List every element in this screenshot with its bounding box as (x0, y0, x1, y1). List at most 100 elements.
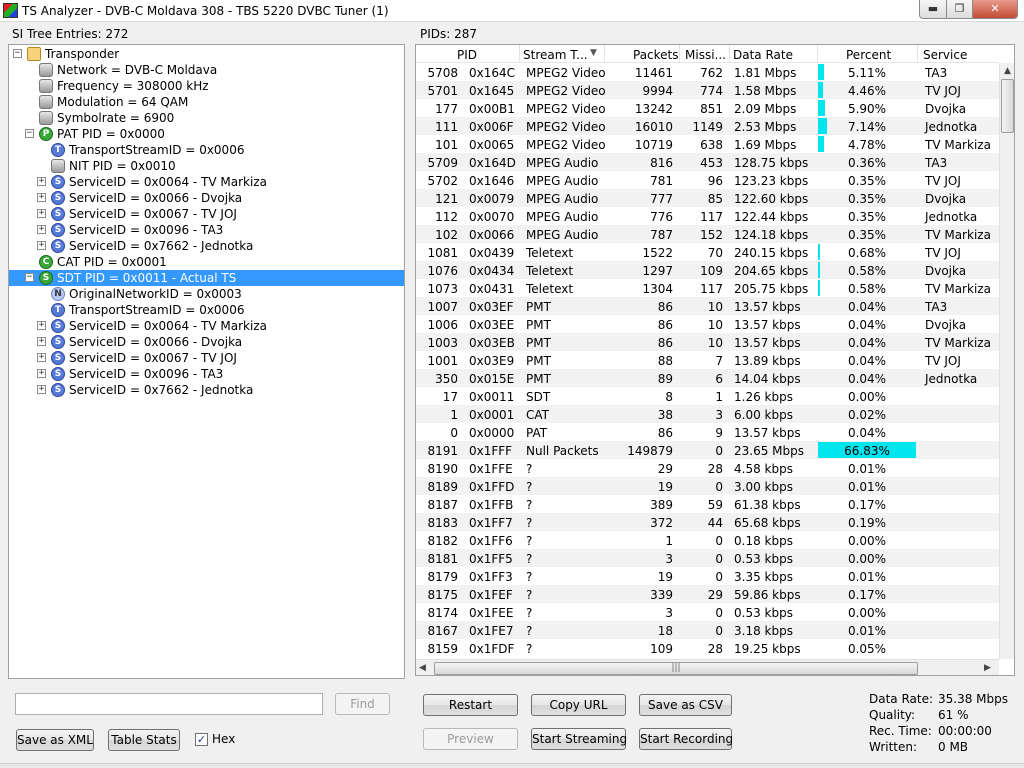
table-row[interactable]: 5708 0x164C MPEG2 Video 11461 762 1.81 Mbps 5.… (416, 63, 999, 81)
expand-icon[interactable]: + (37, 321, 46, 330)
table-row[interactable]: 8189 0x1FFD? 19 0 3.00 kbps 0.01% (416, 477, 999, 495)
expand-icon[interactable]: + (37, 177, 46, 186)
tree-item[interactable]: + S ServiceID = 0x0064 - TV Markiza (9, 174, 404, 190)
column-header-percent[interactable]: Percent (846, 48, 891, 62)
table-row[interactable]: 8179 0x1FF3? 19 0 3.35 kbps 0.01% (416, 567, 999, 585)
table-row[interactable]: 5702 0x1646 MPEG Audio 781 96 123.23 kbps 0.35… (416, 171, 999, 189)
tree-item[interactable]: − Transponder (9, 46, 404, 62)
save-as-xml-button[interactable]: Save as XML (16, 729, 94, 751)
tree-item[interactable]: Frequency = 308000 kHz (9, 78, 404, 94)
table-row[interactable]: 102 0x0066 MPEG Audio 787 152 124.18 kbps 0.35… (416, 225, 999, 243)
hex-checkbox[interactable]: ✓ (195, 733, 208, 746)
table-row[interactable]: 177 0x00B1 MPEG2 Video 13242 851 2.09 Mbps 5.9… (416, 99, 999, 117)
scroll-right-icon[interactable]: ▶ (984, 660, 996, 675)
table-row[interactable]: 1076 0x0434 Teletext 1297 109 204.65 kbps 0.58… (416, 261, 999, 279)
table-row[interactable]: 1081 0x0439 Teletext 1522 70 240.15 kbps 0.68%… (416, 243, 999, 261)
vertical-scrollbar[interactable]: ▲ (999, 63, 1014, 659)
table-row[interactable]: 1073 0x0431 Teletext 1304 117 205.75 kbps 0.58… (416, 279, 999, 297)
service-icon: S (51, 207, 65, 221)
tree-item[interactable]: + S ServiceID = 0x7662 - Jednotka (9, 382, 404, 398)
tree-item[interactable]: − S SDT PID = 0x0011 - Actual TS (9, 270, 404, 286)
tree-item[interactable]: C CAT PID = 0x0001 (9, 254, 404, 270)
table-row[interactable]: 1007 0x03EF PMT 86 10 13.57 kbps 0.04% TA3 (416, 297, 999, 315)
table-row[interactable]: 0 0x0000 PAT 86 9 13.57 kbps 0.04% (416, 423, 999, 441)
table-row[interactable]: 8182 0x1FF6? 1 0 0.18 kbps 0.00% (416, 531, 999, 549)
tree-item[interactable]: T TransportStreamID = 0x0006 (9, 302, 404, 318)
restart-button[interactable]: Restart (423, 694, 518, 716)
horizontal-scrollbar[interactable]: ◀ ||| ▶ (416, 659, 999, 675)
expand-icon[interactable]: + (37, 193, 46, 202)
minimize-button[interactable]: ▬ (919, 0, 947, 19)
tree-item[interactable]: + S ServiceID = 0x0067 - TV JOJ (9, 350, 404, 366)
start-recording-button[interactable]: Start Recording (639, 728, 733, 750)
search-input[interactable] (15, 693, 323, 715)
table-row[interactable]: 8190 0x1FFE? 29 28 4.58 kbps 0.01% (416, 459, 999, 477)
column-header-stream-type[interactable]: Stream T... (523, 48, 588, 62)
expand-icon[interactable]: + (37, 353, 46, 362)
table-row[interactable]: 8181 0x1FF5? 3 0 0.53 kbps 0.00% (416, 549, 999, 567)
expand-icon[interactable]: + (37, 225, 46, 234)
table-row[interactable]: 111 0x006F MPEG2 Video 16010 1149 2.53 Mbps 7.… (416, 117, 999, 135)
table-row[interactable]: 5701 0x1645 MPEG2 Video 9994 774 1.58 Mbps 4.4… (416, 81, 999, 99)
save-as-csv-button[interactable]: Save as CSV (639, 694, 732, 716)
table-row[interactable]: 101 0x0065 MPEG2 Video 10719 638 1.69 Mbps 4.7… (416, 135, 999, 153)
tree-item[interactable]: Network = DVB-C Moldava (9, 62, 404, 78)
tree-item[interactable]: T TransportStreamID = 0x0006 (9, 142, 404, 158)
expand-icon[interactable]: + (37, 209, 46, 218)
table-row[interactable]: 8167 0x1FE7? 18 0 3.18 kbps 0.01% (416, 621, 999, 639)
table-row[interactable]: 8191 0x1FFF Null Packets 149879 0 23.65 Mbps 6… (416, 441, 999, 459)
tree-item[interactable]: + S ServiceID = 0x0064 - TV Markiza (9, 318, 404, 334)
tree-item[interactable]: + S ServiceID = 0x0067 - TV JOJ (9, 206, 404, 222)
table-row[interactable]: 121 0x0079 MPEG Audio 777 85 122.60 kbps 0.35%… (416, 189, 999, 207)
table-row[interactable]: 8174 0x1FEE? 3 0 0.53 kbps 0.00% (416, 603, 999, 621)
table-row[interactable]: 1001 0x03E9 PMT 88 7 13.89 kbps 0.04% TV JOJ (416, 351, 999, 369)
si-tree[interactable]: − Transponder Network = DVB-C Moldava Frequ… (8, 44, 405, 679)
tree-item[interactable]: + S ServiceID = 0x0096 - TA3 (9, 222, 404, 238)
tree-item[interactable]: + S ServiceID = 0x0066 - Dvojka (9, 334, 404, 350)
tree-item[interactable]: + S ServiceID = 0x0096 - TA3 (9, 366, 404, 382)
column-header-pid[interactable]: PID (457, 48, 477, 62)
find-button[interactable]: Find (335, 693, 390, 715)
tree-item[interactable]: − P PAT PID = 0x0000 (9, 126, 404, 142)
collapse-icon[interactable]: − (25, 273, 34, 282)
table-stats-button[interactable]: Table Stats (108, 729, 180, 751)
collapse-icon[interactable]: − (13, 49, 22, 58)
tree-item[interactable]: Symbolrate = 6900 (9, 110, 404, 126)
expand-icon[interactable]: + (37, 241, 46, 250)
table-row[interactable]: 1006 0x03EE PMT 86 10 13.57 kbps 0.04% Dvojka (416, 315, 999, 333)
preview-button[interactable]: Preview (423, 728, 518, 750)
expand-icon[interactable]: + (37, 369, 46, 378)
table-row[interactable]: 350 0x015E PMT 89 6 14.04 kbps 0.04% Jednotka (416, 369, 999, 387)
expand-icon[interactable]: + (37, 385, 46, 394)
close-button[interactable]: ✕ (972, 0, 1018, 19)
scroll-up-icon[interactable]: ▲ (1000, 63, 1014, 79)
table-row[interactable]: 8175 0x1FEF? 339 29 59.86 kbps 0.17% (416, 585, 999, 603)
table-row[interactable]: 17 0x0011 SDT 8 1 1.26 kbps 0.00% (416, 387, 999, 405)
tree-item[interactable]: Modulation = 64 QAM (9, 94, 404, 110)
title-bar[interactable]: TS Analyzer - DVB-C Moldava 308 - TBS 52… (0, 0, 1024, 22)
column-header-data-rate[interactable]: Data Rate (733, 48, 793, 62)
collapse-icon[interactable]: − (25, 129, 34, 138)
maximize-button[interactable]: ❐ (946, 0, 973, 19)
table-row[interactable]: 112 0x0070 MPEG Audio 776 117 122.44 kbps 0.35… (416, 207, 999, 225)
table-row[interactable]: 5709 0x164D MPEG Audio 816 453 128.75 kbps 0.3… (416, 153, 999, 171)
table-row[interactable]: 8159 0x1FDF? 109 28 19.25 kbps 0.05% (416, 639, 999, 657)
tree-item[interactable]: + S ServiceID = 0x0066 - Dvojka (9, 190, 404, 206)
table-row[interactable]: 8183 0x1FF7? 372 44 65.68 kbps 0.19% (416, 513, 999, 531)
column-header-packets[interactable]: Packets (633, 48, 679, 62)
tree-item[interactable]: N OriginalNetworkID = 0x0003 (9, 286, 404, 302)
table-row[interactable]: 1003 0x03EB PMT 86 10 13.57 kbps 0.04% TV Marki… (416, 333, 999, 351)
scroll-left-icon[interactable]: ◀ (419, 660, 431, 675)
column-header-service[interactable]: Service (923, 48, 967, 62)
start-streaming-button[interactable]: Start Streaming (531, 728, 627, 750)
column-header-missing[interactable]: Missi... (685, 48, 726, 62)
table-row[interactable]: 1 0x0001 CAT 38 3 6.00 kbps 0.02% (416, 405, 999, 423)
tree-item[interactable]: NIT PID = 0x0010 (9, 158, 404, 174)
expand-icon[interactable]: + (37, 337, 46, 346)
pid-table[interactable]: PID Stream T... ▼ Packets Missi... Data … (415, 44, 1015, 676)
copy-url-button[interactable]: Copy URL (531, 694, 626, 716)
horizontal-scroll-thumb[interactable]: ||| (434, 662, 918, 675)
vertical-scroll-thumb[interactable] (1001, 79, 1014, 133)
tree-item[interactable]: + S ServiceID = 0x7662 - Jednotka (9, 238, 404, 254)
table-row[interactable]: 8187 0x1FFB? 389 59 61.38 kbps 0.17% (416, 495, 999, 513)
